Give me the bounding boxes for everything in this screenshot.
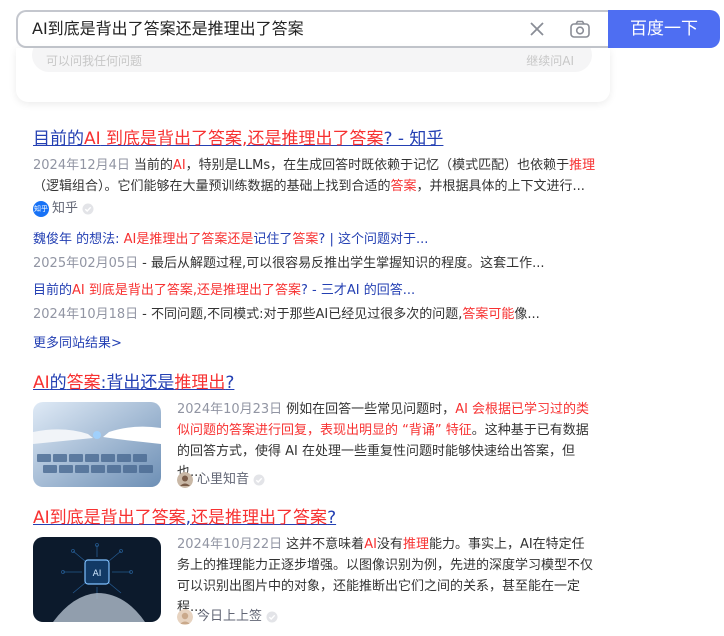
title-text: ? bbox=[225, 373, 235, 393]
title-highlight: AI bbox=[33, 373, 50, 393]
sub-result-date: 2024年10月18日 bbox=[33, 307, 139, 322]
source-name: 知乎 bbox=[52, 201, 79, 216]
sub-abstract-highlight: 答案可能 bbox=[462, 307, 515, 322]
source-name: 心里知音 bbox=[197, 472, 250, 487]
result-title-link[interactable]: AI到底是背出了答案,还是推理出了答案? bbox=[33, 507, 603, 529]
sub-title-text: 记住了 bbox=[253, 232, 293, 247]
verified-icon bbox=[266, 611, 278, 623]
result-date: 2024年12月4日 bbox=[33, 158, 130, 173]
abstract-text: （逻辑组合）。它们能够在大量预训练数据的基础上找到合适的 bbox=[33, 179, 391, 194]
title-highlight: AI bbox=[84, 129, 101, 149]
abstract-highlight: AI bbox=[364, 537, 377, 552]
title-highlight: 到底是背出了答案,还是推理出了答案 bbox=[100, 129, 384, 149]
title-highlight: 答案 bbox=[66, 373, 101, 393]
continue-ask-button[interactable]: 继续问AI bbox=[526, 52, 574, 69]
chip-label: AI bbox=[93, 569, 102, 579]
result-abstract: 2024年10月22日 这并不意味着AI没有推理能力。事实上，AI在特定任务上的推… bbox=[177, 534, 595, 618]
ai-ask-card: 可以问我任何问题 继续问AI bbox=[16, 48, 610, 102]
robot-hand-image bbox=[33, 402, 161, 487]
result-date: 2024年10月23日 bbox=[177, 402, 283, 417]
search-box[interactable] bbox=[16, 10, 610, 48]
search-result-2: AI的答案:背出还是推理出? 2024年10月23日 例如在回答一些常见问题时， A… bbox=[33, 372, 603, 492]
title-text: ? - 知乎 bbox=[383, 129, 444, 149]
title-text: ? bbox=[327, 508, 337, 528]
source-name: 今日上上签 bbox=[197, 609, 263, 624]
search-bar: 百度一下 bbox=[16, 10, 720, 48]
sub-result-title-link[interactable]: 目前的AI 到底是背出了答案,还是推理出了答案? - 三才AI 的回答... bbox=[33, 281, 603, 301]
sub-title-text: ? | 这个问题对于... bbox=[318, 232, 429, 247]
title-highlight: 推理出 bbox=[174, 373, 226, 393]
result-source[interactable]: 知乎 知乎 bbox=[33, 200, 603, 218]
result-thumbnail[interactable] bbox=[33, 402, 161, 487]
clear-icon[interactable] bbox=[526, 18, 548, 40]
sub-result-title-link[interactable]: 魏俊年 的想法: AI是推理出了答案还是记住了答案? | 这个问题对于... bbox=[33, 230, 603, 250]
abstract-text: ，特别是LLMs，在生成回答时既依赖于记忆（模式匹配）也依赖于 bbox=[185, 158, 570, 173]
abstract-highlight: 推理 bbox=[569, 158, 596, 173]
result-source[interactable]: 今日上上签 bbox=[177, 608, 595, 626]
sub-abstract-text: - 最后从解题过程,可以很容易反推出学生掌握知识的程度。这套工作... bbox=[142, 256, 545, 271]
title-text: :背出还是 bbox=[100, 373, 175, 393]
search-button[interactable]: 百度一下 bbox=[608, 10, 720, 48]
avatar bbox=[177, 472, 193, 488]
result-source[interactable]: 心里知音 bbox=[177, 471, 595, 489]
sub-result-abstract: 2025年02月05日 - 最后从解题过程,可以很容易反推出学生掌握知识的程度。这… bbox=[33, 254, 603, 274]
abstract-highlight: 推理 bbox=[402, 537, 429, 552]
result-abstract: 2024年12月4日 当前的AI，特别是LLMs，在生成回答时既依赖于记忆（模式匹… bbox=[33, 155, 603, 197]
result-thumbnail[interactable]: AI bbox=[33, 537, 161, 622]
result-title-link[interactable]: AI的答案:背出还是推理出? bbox=[33, 372, 603, 394]
sub-result-abstract: 2024年10月18日 - 不同问题,不同模式:对于那些AI已经见过很多次的问题,… bbox=[33, 305, 603, 325]
search-input[interactable] bbox=[32, 12, 512, 46]
sub-title-text: 魏俊年 的想法: bbox=[33, 232, 124, 247]
abstract-text: 当前的 bbox=[133, 158, 173, 173]
verified-icon bbox=[82, 203, 94, 215]
title-highlight: AI到底是背出了答案 bbox=[33, 508, 186, 528]
title-text: 的 bbox=[49, 373, 67, 393]
abstract-highlight: AI bbox=[172, 158, 186, 173]
camera-icon[interactable] bbox=[568, 17, 592, 41]
abstract-text: 例如在回答一些常见问题时， bbox=[286, 402, 456, 417]
result-date: 2024年10月22日 bbox=[177, 537, 283, 552]
search-result-3: AI到底是背出了答案,还是推理出了答案? AI 2024年10月22日 这并不意味… bbox=[33, 507, 603, 632]
zhihu-logo-icon: 知乎 bbox=[33, 201, 49, 217]
ai-ask-placeholder: 可以问我任何问题 bbox=[46, 54, 143, 68]
sub-title-highlight: AI 到底是背出了答案,还是推理出了答案 bbox=[72, 283, 302, 298]
search-result-1: 目前的AI 到底是背出了答案,还是推理出了答案? - 知乎 2024年12月4日… bbox=[33, 128, 603, 351]
abstract-text: ，并根据具体的上下文进行... bbox=[416, 179, 585, 194]
abstract-text: 这并不意味着 bbox=[286, 537, 365, 552]
abstract-highlight: 答案 bbox=[390, 179, 417, 194]
sub-title-highlight: AI是推理出了答案还是 bbox=[123, 232, 254, 247]
abstract-text: 没有 bbox=[376, 537, 403, 552]
verified-icon bbox=[253, 474, 265, 486]
avatar bbox=[177, 609, 193, 625]
ai-ask-input[interactable]: 可以问我任何问题 继续问AI bbox=[32, 48, 592, 72]
result-title-link[interactable]: 目前的AI 到底是背出了答案,还是推理出了答案? - 知乎 bbox=[33, 128, 603, 150]
sub-title-highlight: 答案 bbox=[292, 232, 319, 247]
ai-chip-hand-image: AI bbox=[33, 537, 161, 622]
title-text: 目前的 bbox=[33, 129, 84, 149]
sub-abstract-text: - 不同问题,不同模式:对于那些AI已经见过很多次的问题, bbox=[142, 307, 463, 322]
more-site-results-link[interactable]: 更多同站结果> bbox=[33, 332, 603, 351]
sub-title-text: 目前的 bbox=[33, 283, 73, 298]
title-highlight: 还是推理出了答案 bbox=[191, 508, 328, 528]
sub-title-text: ? - 三才AI 的回答... bbox=[301, 283, 416, 298]
sub-result-date: 2025年02月05日 bbox=[33, 256, 139, 271]
sub-abstract-text: 像... bbox=[514, 307, 540, 322]
